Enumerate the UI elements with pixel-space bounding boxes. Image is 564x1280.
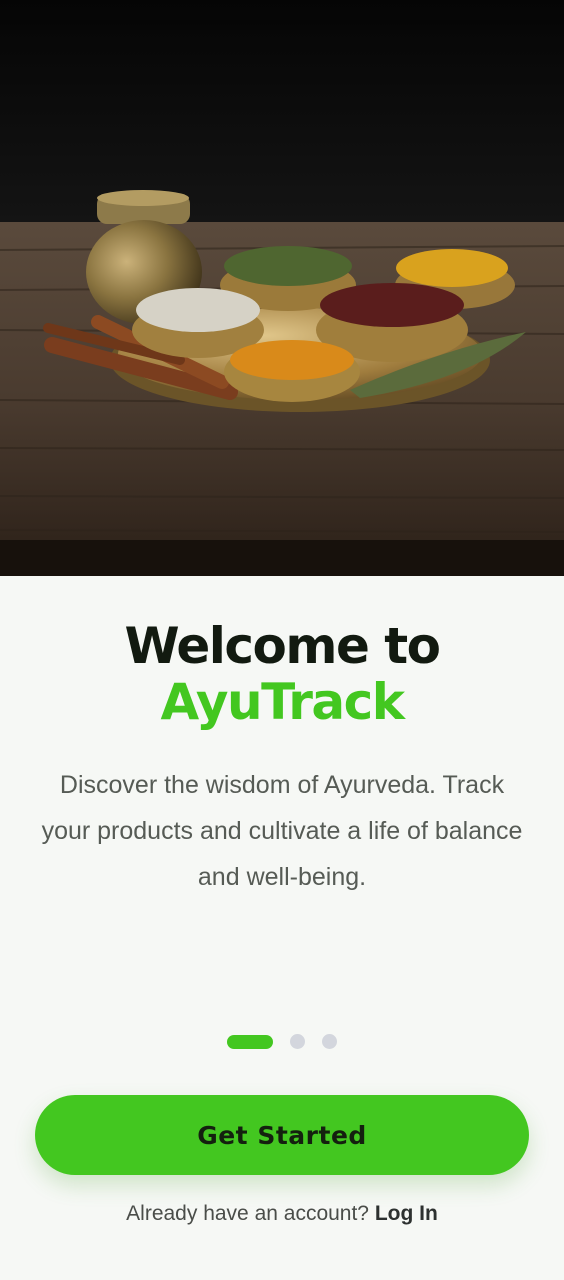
login-link[interactable]: Log In — [375, 1202, 438, 1225]
hero-image — [0, 0, 564, 576]
title-line-brand: AyuTrack — [160, 673, 405, 731]
title-line-welcome: Welcome to — [124, 617, 441, 675]
get-started-button[interactable]: Get Started — [35, 1095, 529, 1175]
page-indicator — [0, 1034, 564, 1049]
page-dot-active[interactable] — [227, 1034, 273, 1049]
welcome-subtitle: Discover the wisdom of Ayurveda. Track y… — [41, 771, 523, 891]
page-dot[interactable] — [290, 1034, 305, 1049]
login-prompt-row: Already have an account? Log In — [0, 1202, 564, 1226]
login-prompt-text: Already have an account? — [126, 1202, 369, 1225]
welcome-title: Welcome to AyuTrack — [0, 618, 564, 730]
page-dot[interactable] — [322, 1034, 337, 1049]
welcome-panel: Welcome to AyuTrack Discover the wisdom … — [0, 576, 564, 1280]
onboarding-screen: Welcome to AyuTrack Discover the wisdom … — [0, 0, 564, 1280]
